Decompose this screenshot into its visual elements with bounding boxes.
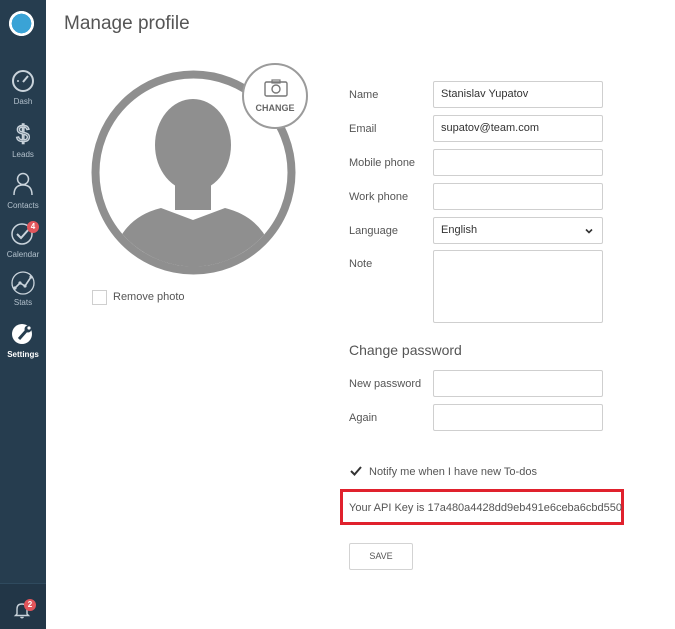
- sidebar-item-leads[interactable]: $ Leads: [0, 120, 46, 170]
- page-title: Manage profile: [64, 13, 190, 34]
- mobile-phone-field[interactable]: [433, 149, 603, 176]
- language-value: English: [441, 224, 478, 236]
- new-password-field[interactable]: [433, 370, 603, 397]
- main-content: Manage profile CHANGE Remove photo Name …: [46, 0, 675, 629]
- notifications-badge: 2: [24, 599, 36, 611]
- notify-label: Notify me when I have new To-dos: [369, 466, 537, 478]
- email-field[interactable]: supatov@team.com: [433, 115, 603, 142]
- sidebar-item-label: Leads: [12, 150, 34, 159]
- again-password-label: Again: [349, 412, 378, 424]
- svg-text:$: $: [16, 121, 29, 146]
- remove-photo-checkbox[interactable]: [92, 290, 107, 305]
- sidebar: Dash $ Leads Contacts 4 Calendar Stats S…: [0, 0, 46, 629]
- remove-photo-label: Remove photo: [113, 291, 185, 303]
- sidebar-item-contacts[interactable]: Contacts: [0, 170, 46, 220]
- name-field[interactable]: Stanislav Yupatov: [433, 81, 603, 108]
- note-label: Note: [349, 258, 373, 270]
- wrench-icon: [12, 324, 32, 344]
- gauge-icon: [12, 70, 34, 92]
- sidebar-item-label: Stats: [13, 298, 33, 307]
- stats-icon: [11, 271, 35, 295]
- camera-icon: [264, 79, 288, 97]
- new-password-label: New password: [349, 378, 422, 390]
- work-phone-field[interactable]: [433, 183, 603, 210]
- sidebar-item-dash[interactable]: Dash: [0, 68, 46, 118]
- language-select[interactable]: English: [433, 217, 603, 244]
- calendar-badge: 4: [27, 221, 39, 233]
- app-logo[interactable]: [9, 11, 34, 36]
- note-field[interactable]: [433, 250, 603, 323]
- sidebar-item-calendar[interactable]: 4 Calendar: [0, 221, 46, 271]
- again-password-field[interactable]: [433, 404, 603, 431]
- sidebar-item-settings[interactable]: Settings: [0, 320, 46, 370]
- notifications-area: 2: [0, 583, 46, 629]
- change-photo-label: CHANGE: [255, 103, 295, 113]
- sidebar-item-label: Settings: [7, 350, 39, 359]
- sidebar-item-stats[interactable]: Stats: [0, 270, 46, 320]
- sidebar-item-label: Dash: [13, 97, 33, 106]
- work-phone-label: Work phone: [349, 191, 409, 203]
- sidebar-item-label: Calendar: [6, 250, 40, 259]
- change-password-title: Change password: [349, 342, 462, 358]
- notify-checkbox[interactable]: [349, 464, 363, 478]
- api-key-text: Your API Key is 17a480a4428dd9eb491e6ceb…: [349, 502, 623, 514]
- api-key-highlight: Your API Key is 17a480a4428dd9eb491e6ceb…: [340, 489, 624, 525]
- email-label: Email: [349, 123, 377, 135]
- mobile-phone-label: Mobile phone: [349, 157, 416, 169]
- save-button[interactable]: SAVE: [349, 543, 413, 570]
- person-icon: [13, 172, 33, 196]
- name-label: Name: [349, 89, 379, 101]
- chevron-down-icon: [585, 228, 593, 234]
- sidebar-item-label: Contacts: [7, 201, 39, 210]
- language-label: Language: [349, 225, 398, 237]
- change-photo-button[interactable]: CHANGE: [242, 63, 308, 129]
- dollar-icon: $: [16, 120, 31, 146]
